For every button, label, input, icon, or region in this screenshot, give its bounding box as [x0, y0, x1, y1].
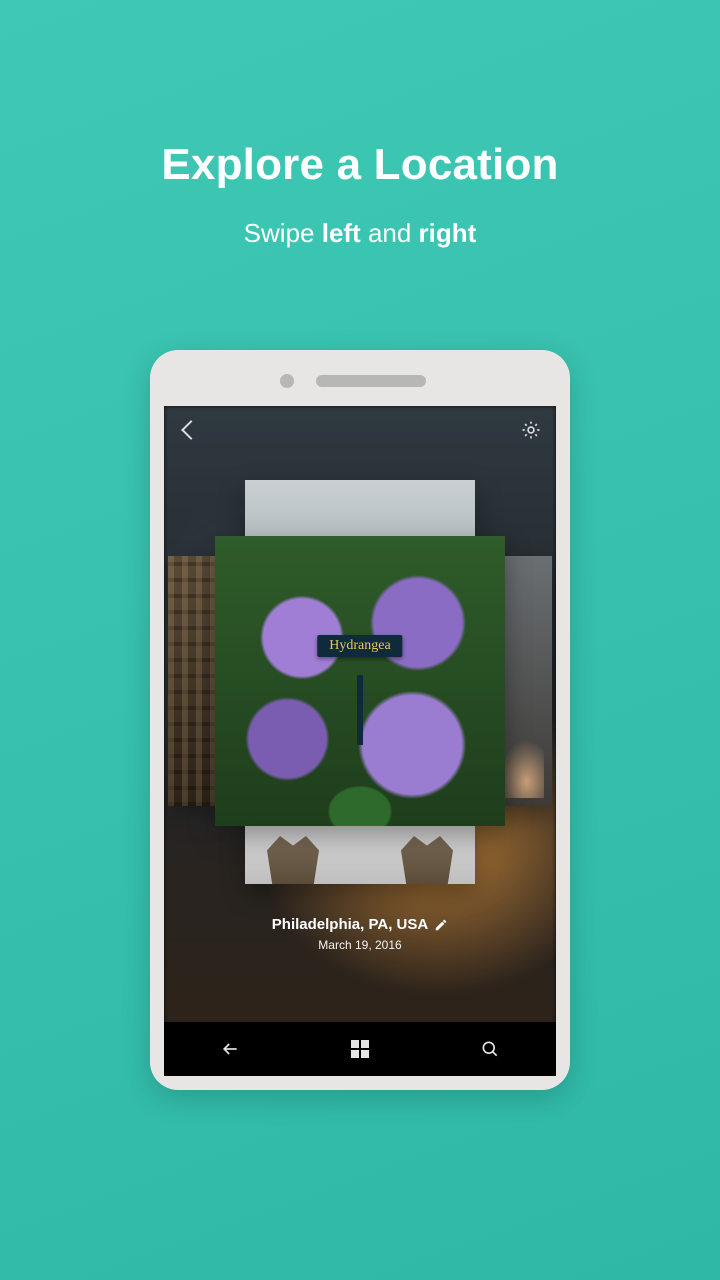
- plant-sign-post: [357, 675, 363, 745]
- back-icon[interactable]: [181, 420, 201, 440]
- hero-sub-mid: and: [361, 218, 419, 248]
- settings-icon[interactable]: [520, 419, 542, 441]
- device-earpiece: [316, 375, 426, 387]
- device-frame: Hydrangea Philadelphia, PA, USA March 19…: [150, 350, 570, 1090]
- plant-sign-label: Hydrangea: [317, 635, 402, 657]
- edit-icon[interactable]: [434, 918, 448, 932]
- location-text: Philadelphia, PA, USA: [272, 916, 428, 933]
- photo-meta: Philadelphia, PA, USA March 19, 2016: [164, 916, 556, 952]
- device-camera: [280, 374, 294, 388]
- photo-card-current[interactable]: Hydrangea: [215, 536, 505, 826]
- hero-subtitle: Swipe left and right: [0, 218, 720, 249]
- nav-start-icon[interactable]: [351, 1040, 369, 1058]
- hero-sub-right: right: [419, 218, 477, 248]
- app-topbar: [164, 406, 556, 454]
- nav-back-icon[interactable]: [220, 1039, 240, 1059]
- hero-title: Explore a Location: [0, 140, 720, 190]
- date-text: March 19, 2016: [164, 938, 556, 952]
- nav-search-icon[interactable]: [480, 1039, 500, 1059]
- promo-hero: Explore a Location Swipe left and right: [0, 0, 720, 249]
- device-screen: Hydrangea Philadelphia, PA, USA March 19…: [164, 406, 556, 1076]
- hero-sub-pre: Swipe: [244, 218, 322, 248]
- hero-sub-left: left: [322, 218, 361, 248]
- system-navbar: [164, 1022, 556, 1076]
